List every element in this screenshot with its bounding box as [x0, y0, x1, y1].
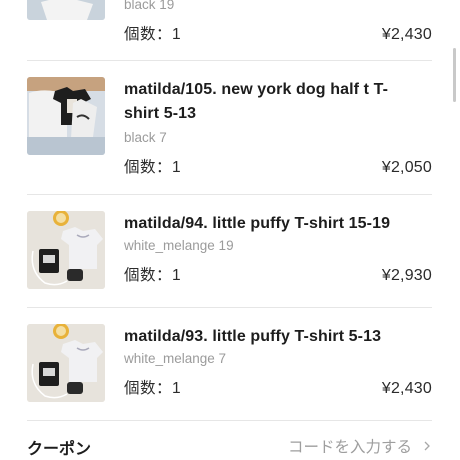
quantity-label: 個数：1: [124, 380, 182, 397]
variant-label: black 7: [124, 130, 167, 145]
product-name[interactable]: matilda/105. new york dog half t T-shirt…: [124, 78, 399, 126]
price-label: ¥2,930: [381, 267, 432, 284]
variant-label: white_melange 19: [124, 238, 234, 253]
tshirt-photo-icon: [27, 211, 105, 289]
quantity-label: 個数：1: [124, 267, 182, 284]
variant-label: white_melange 7: [124, 351, 227, 366]
price-label: ¥2,050: [381, 159, 432, 176]
coupon-label: クーポン: [27, 441, 92, 458]
scrollbar[interactable]: [453, 48, 456, 102]
variant-label: black 19: [124, 0, 175, 12]
coupon-row[interactable]: クーポン コードを入力する: [27, 428, 432, 460]
enter-code-text: コードを入力する: [287, 439, 412, 456]
product-thumbnail[interactable]: [27, 77, 105, 155]
price-label: ¥2,430: [381, 26, 432, 43]
product-thumbnail[interactable]: [27, 324, 105, 402]
divider: [27, 194, 432, 195]
cart-item[interactable]: matilda/94. little puffy T-shirt 15-19 w…: [27, 211, 432, 307]
tshirt-photo-icon: [27, 0, 105, 20]
product-name[interactable]: matilda/94. little puffy T-shirt 15-19: [124, 212, 399, 236]
divider: [27, 420, 432, 421]
tshirt-photo-icon: [27, 77, 105, 155]
quantity-label: 個数：1: [124, 159, 182, 176]
cart-item[interactable]: matilda/93. little puffy T-shirt 5-13 wh…: [27, 324, 432, 420]
product-name[interactable]: matilda/93. little puffy T-shirt 5-13: [124, 325, 399, 349]
product-thumbnail[interactable]: [27, 211, 105, 289]
quantity-label: 個数：1: [124, 26, 182, 43]
product-thumbnail[interactable]: [27, 0, 105, 20]
price-label: ¥2,430: [381, 380, 432, 397]
enter-coupon-code-link[interactable]: コードを入力する: [288, 435, 432, 457]
chevron-right-icon: [424, 441, 430, 451]
divider: [27, 307, 432, 308]
cart-item[interactable]: black 19 個数：1 ¥2,430: [27, 0, 432, 60]
cart-item-list: black 19 個数：1 ¥2,430 matilda/105. new yo…: [0, 0, 460, 460]
divider: [27, 60, 432, 61]
tshirt-photo-icon: [27, 324, 105, 402]
cart-item[interactable]: matilda/105. new york dog half t T-shirt…: [27, 77, 432, 194]
